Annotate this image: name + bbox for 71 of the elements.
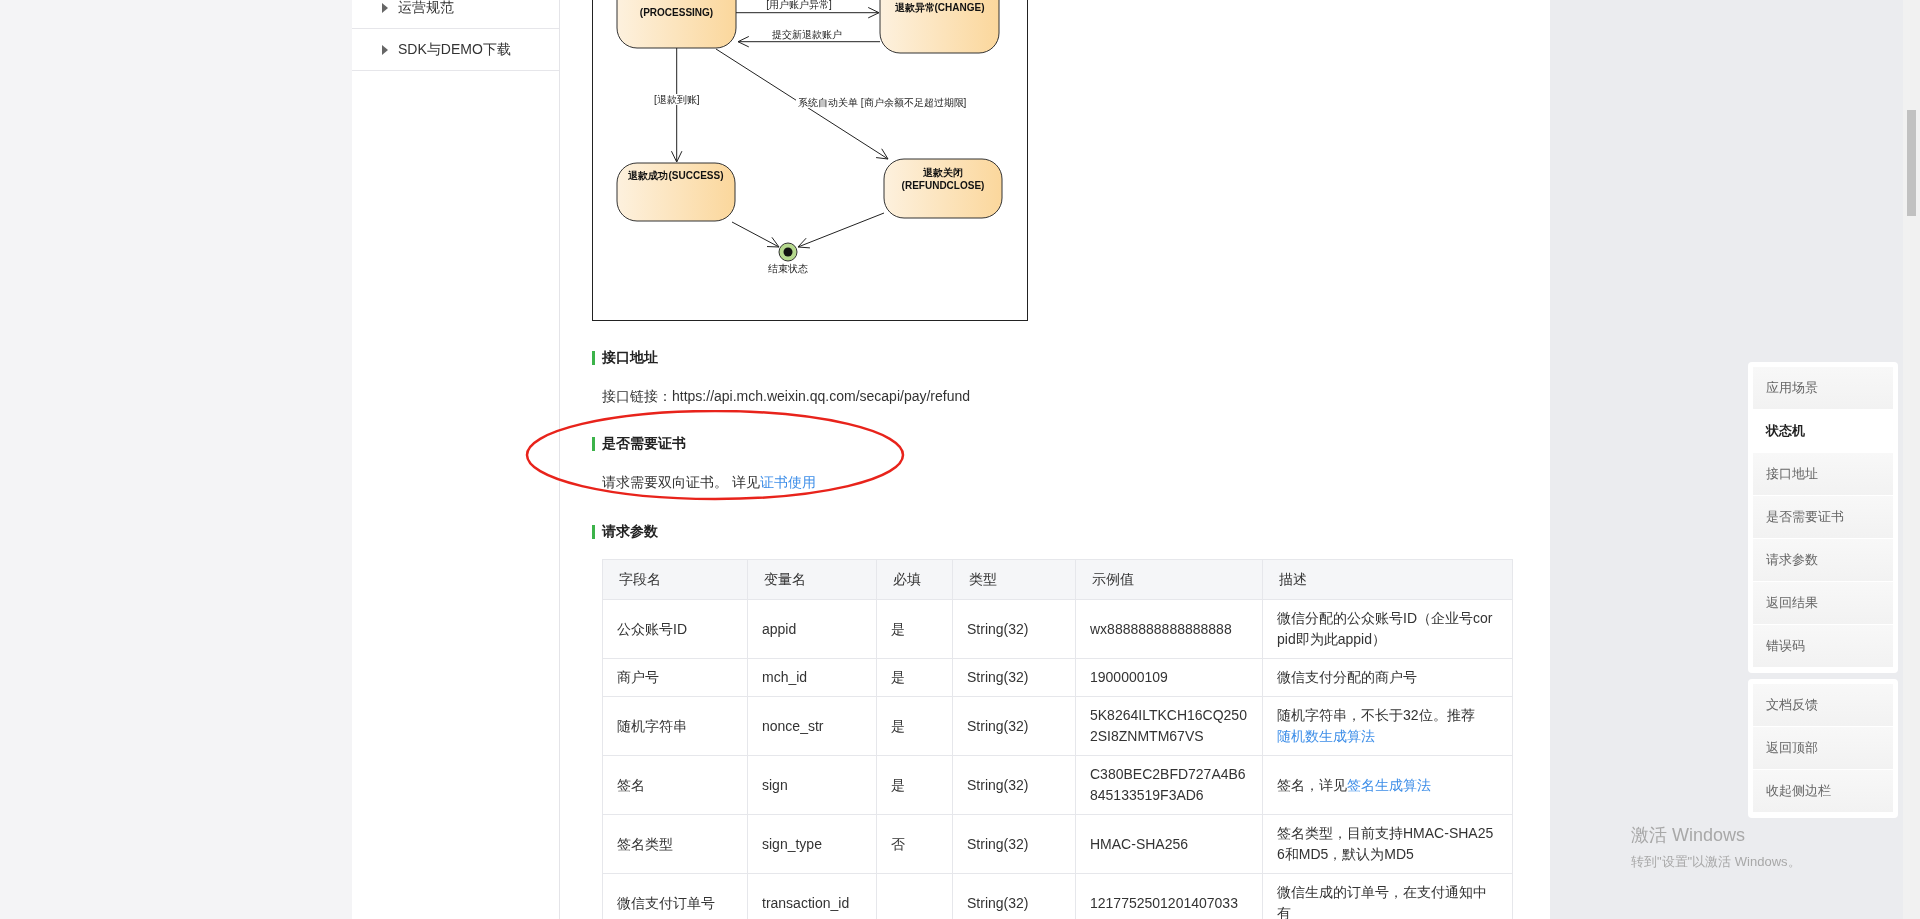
table-cell: nonce_str bbox=[747, 696, 877, 756]
table-cell: 签名类型，目前支持HMAC-SHA256和MD5，默认为MD5 bbox=[1262, 814, 1513, 874]
table-cell: 商户号 bbox=[602, 658, 748, 697]
nav-item[interactable]: 运营规范 bbox=[352, 0, 559, 29]
table-cell: 签名类型 bbox=[602, 814, 748, 874]
sidebar-item[interactable]: 返回顶部 bbox=[1753, 727, 1893, 770]
table-cell: 1900000109 bbox=[1075, 658, 1263, 697]
activation-title: 激活 Windows bbox=[1631, 824, 1746, 847]
table-cell: wx8888888888888888 bbox=[1075, 599, 1263, 659]
sidebar-item[interactable]: 接口地址 bbox=[1753, 453, 1893, 496]
state-label: 退款异常(CHANGE) bbox=[894, 2, 985, 13]
column-header: 示例值 bbox=[1075, 559, 1263, 600]
table-cell: appid bbox=[747, 599, 877, 659]
table-cell: mch_id bbox=[747, 658, 877, 697]
table-cell: 微信支付订单号 bbox=[602, 873, 748, 919]
table-cell: 是 bbox=[876, 696, 953, 756]
transition-label: [退款到账] bbox=[653, 94, 700, 105]
scrollbar-thumb[interactable] bbox=[1907, 110, 1916, 216]
section-text: 接口链接：https://api.mch.weixin.qq.com/secapi/pay/refund bbox=[602, 388, 971, 404]
table-cell: String(32) bbox=[952, 696, 1076, 756]
activation-text: 转到"设置"以激活 Windows。 bbox=[1631, 853, 1801, 871]
sidebar-item[interactable]: 返回结果 bbox=[1753, 582, 1893, 625]
table-cell: 签名，详见签名生成算法 bbox=[1262, 755, 1513, 815]
column-header: 字段名 bbox=[602, 559, 748, 600]
table-cell: sign bbox=[747, 755, 877, 815]
state-label: 退款成功(SUCCESS) bbox=[628, 170, 724, 181]
doc-link[interactable]: 签名生成算法 bbox=[1347, 776, 1431, 793]
sidebar-item[interactable]: 是否需要证书 bbox=[1753, 496, 1893, 539]
transition-label: [用户账户异常] bbox=[766, 0, 832, 10]
doc-link[interactable]: 随机数生成算法 bbox=[1277, 728, 1375, 744]
table-cell: C380BEC2BFD727A4B6845133519F3AD6 bbox=[1075, 755, 1263, 815]
table-cell: 否 bbox=[876, 814, 953, 874]
table-cell: String(32) bbox=[952, 658, 1076, 697]
table-cell: String(32) bbox=[952, 814, 1076, 874]
table-cell: String(32) bbox=[952, 755, 1076, 815]
table-cell: 是 bbox=[876, 755, 953, 815]
table-cell: 微信支付分配的商户号 bbox=[1262, 658, 1513, 697]
sidebar-item[interactable]: 请求参数 bbox=[1753, 539, 1893, 582]
table-cell: 随机字符串 bbox=[602, 696, 748, 756]
section-heading: 请求参数 bbox=[602, 523, 658, 541]
section-text: 请求需要双向证书。 详见证书使用 bbox=[602, 474, 816, 490]
state-label: 退款关闭 bbox=[923, 167, 963, 178]
column-header: 必填 bbox=[876, 559, 953, 600]
transition-arrow bbox=[731, 221, 780, 248]
sidebar-item[interactable]: 文档反馈 bbox=[1753, 684, 1893, 727]
column-header: 变量名 bbox=[747, 559, 877, 600]
transition-label: 系统自动关单 [商户余额不足超过期限] bbox=[798, 97, 967, 108]
table-cell: 是 bbox=[876, 658, 953, 697]
sidebar-item[interactable]: 收起侧边栏 bbox=[1753, 770, 1893, 813]
table-cell: HMAC-SHA256 bbox=[1075, 814, 1263, 874]
end-state-label: 结束状态 bbox=[768, 263, 808, 274]
table-cell: 公众账号ID bbox=[602, 599, 748, 659]
transition-label: 提交新退款账户 bbox=[772, 29, 842, 40]
sidebar-item[interactable]: 错误码 bbox=[1753, 625, 1893, 668]
end-state-icon bbox=[778, 242, 798, 262]
section-heading: 是否需要证书 bbox=[602, 435, 686, 453]
doc-link[interactable]: 证书使用 bbox=[759, 474, 816, 490]
table-cell: 微信分配的公众账号ID（企业号corpid即为此appid） bbox=[1262, 599, 1513, 659]
column-header: 描述 bbox=[1262, 559, 1513, 600]
table-cell: 5K8264ILTKCH16CQ2502SI8ZNMTM67VS bbox=[1075, 696, 1263, 756]
table-cell: 签名 bbox=[602, 755, 748, 815]
state-label: (PROCESSING) bbox=[639, 7, 714, 18]
nav-item[interactable]: SDK与DEMO下载 bbox=[352, 29, 559, 71]
table-cell: String(32) bbox=[952, 599, 1076, 659]
state-label: (REFUNDCLOSE) bbox=[901, 180, 985, 191]
table-cell: 是 bbox=[876, 599, 953, 659]
section-heading: 接口地址 bbox=[602, 349, 658, 367]
sidebar-item[interactable]: 应用场景 bbox=[1753, 367, 1893, 410]
table-cell: 随机字符串，不长于32位。推荐 随机数生成算法 bbox=[1262, 696, 1513, 756]
column-header: 类型 bbox=[952, 559, 1076, 600]
table-cell: sign_type bbox=[747, 814, 877, 874]
